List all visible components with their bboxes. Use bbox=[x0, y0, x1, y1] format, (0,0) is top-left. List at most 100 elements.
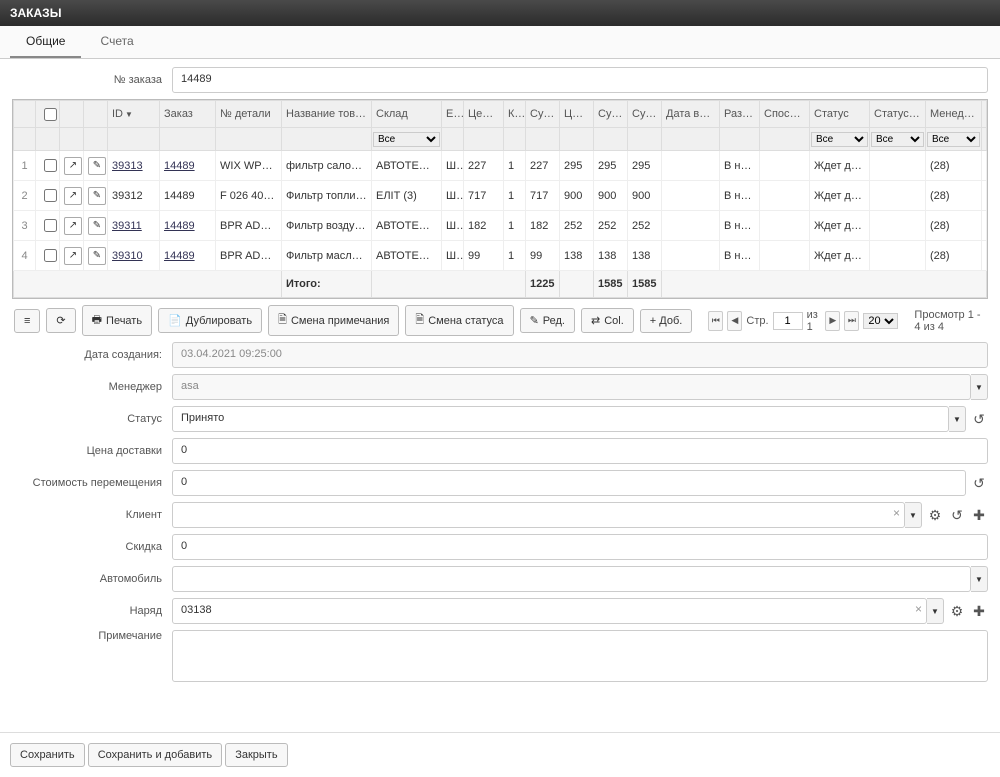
total-sum1: 1225 bbox=[526, 271, 560, 298]
col-qty[interactable]: Кол bbox=[504, 101, 526, 128]
order-link[interactable]: 14489 bbox=[164, 160, 195, 172]
client-input[interactable] bbox=[172, 502, 905, 528]
filter-manager[interactable]: Все bbox=[927, 132, 980, 147]
undo-icon[interactable]: ↺ bbox=[948, 506, 966, 524]
col-date[interactable]: Дата выполне bbox=[662, 101, 720, 128]
col-sum1[interactable]: Сумм bbox=[526, 101, 560, 128]
col-unit[interactable]: ЕИ bbox=[442, 101, 464, 128]
cell-order: 14489 bbox=[160, 181, 216, 211]
table-row[interactable]: 3↗✎3931114489BPR ADR162Фильтр воздушныйА… bbox=[14, 211, 987, 241]
next-page-icon[interactable]: ▶ bbox=[825, 311, 840, 331]
col-order[interactable]: Заказ bbox=[160, 101, 216, 128]
pager: ⏮ ◀ Стр. из 1 ▶ ⏭ 20 Просмотр 1 - 4 из 4 bbox=[708, 309, 986, 333]
row-checkbox[interactable] bbox=[44, 219, 57, 232]
chevron-down-icon[interactable]: ▼ bbox=[949, 406, 966, 432]
undo-icon[interactable]: ↺ bbox=[970, 474, 988, 492]
clear-icon[interactable]: × bbox=[893, 506, 900, 520]
page-input[interactable] bbox=[773, 312, 803, 330]
order-no-input[interactable]: 14489 bbox=[172, 67, 988, 93]
row-checkbox[interactable] bbox=[44, 189, 57, 202]
status-label: Статус bbox=[12, 413, 172, 425]
col-note[interactable]: Примеч bbox=[982, 101, 987, 128]
naryad-input[interactable]: 03138 bbox=[172, 598, 927, 624]
tab-general[interactable]: Общие bbox=[10, 26, 81, 58]
close-button[interactable]: Закрыть bbox=[225, 743, 287, 767]
print-button[interactable]: 🖶 Печать bbox=[82, 305, 152, 336]
delivery-input[interactable]: 0 bbox=[172, 438, 988, 464]
col-price[interactable]: Цена bbox=[560, 101, 594, 128]
created-label: Дата создания: bbox=[12, 349, 172, 361]
plus-icon[interactable]: ✚ bbox=[970, 506, 988, 524]
col-pricebuy[interactable]: Цена зак bbox=[464, 101, 504, 128]
id-link[interactable]: 39310 bbox=[112, 250, 143, 262]
undo-icon[interactable]: ↺ bbox=[970, 410, 988, 428]
prev-page-icon[interactable]: ◀ bbox=[727, 311, 742, 331]
chevron-down-icon[interactable]: ▼ bbox=[927, 598, 944, 624]
id-link[interactable]: 39311 bbox=[112, 220, 142, 232]
chevron-down-icon[interactable]: ▼ bbox=[905, 502, 922, 528]
row-checkbox[interactable] bbox=[44, 159, 57, 172]
select-all-checkbox[interactable] bbox=[44, 108, 57, 121]
cell-sum3: 900 bbox=[628, 181, 662, 211]
order-link[interactable]: 14489 bbox=[164, 250, 195, 262]
save-button[interactable]: Сохранить bbox=[10, 743, 85, 767]
discount-input[interactable]: 0 bbox=[172, 534, 988, 560]
row-checkbox[interactable] bbox=[44, 249, 57, 262]
filter-findstatus[interactable]: Все bbox=[871, 132, 924, 147]
client-label: Клиент bbox=[12, 509, 172, 521]
status-input[interactable]: Принято bbox=[172, 406, 949, 432]
col-sum3[interactable]: Сумм bbox=[628, 101, 662, 128]
table-row[interactable]: 1↗✎3931314489WIX WP2037фильтр салона уго… bbox=[14, 151, 987, 181]
col-manager[interactable]: Менеджер bbox=[926, 101, 982, 128]
table-row[interactable]: 4↗✎3931014489BPR ADN121Фильтр масляныйАВ… bbox=[14, 241, 987, 271]
cell-part: BPR ADR162 bbox=[216, 211, 282, 241]
change-status-button[interactable]: 🗎 Смена статуса bbox=[405, 305, 513, 336]
columns-button[interactable]: ⇄ Col. bbox=[581, 308, 634, 333]
page-label: Стр. bbox=[746, 315, 768, 327]
add-button[interactable]: + Доб. bbox=[640, 309, 693, 333]
edit-button[interactable]: ✎ Ред. bbox=[520, 308, 575, 333]
last-page-icon[interactable]: ⏭ bbox=[844, 311, 859, 331]
col-id[interactable]: ID▼ bbox=[108, 101, 160, 128]
list-icon-button[interactable]: ≡ bbox=[14, 309, 40, 333]
refresh-icon-button[interactable]: ⟳ bbox=[46, 308, 75, 333]
pencil-icon[interactable]: ✎ bbox=[88, 247, 106, 265]
chevron-down-icon[interactable]: ▼ bbox=[971, 374, 988, 400]
first-page-icon[interactable]: ⏮ bbox=[708, 311, 723, 331]
open-icon[interactable]: ↗ bbox=[64, 187, 82, 205]
note-textarea[interactable] bbox=[172, 630, 988, 682]
change-note-button[interactable]: 🗎 Смена примечания bbox=[268, 305, 399, 336]
col-loc[interactable]: Размещ bbox=[720, 101, 760, 128]
pencil-icon[interactable]: ✎ bbox=[88, 217, 106, 235]
col-findstatus[interactable]: Статус нахож bbox=[870, 101, 926, 128]
manager-input[interactable]: asa bbox=[172, 374, 971, 400]
gear-icon[interactable]: ⚙ bbox=[948, 602, 966, 620]
col-stock[interactable]: Склад bbox=[372, 101, 442, 128]
col-name[interactable]: Название товара bbox=[282, 101, 372, 128]
filter-stock[interactable]: Все bbox=[373, 132, 440, 147]
car-input[interactable] bbox=[172, 566, 971, 592]
table-row[interactable]: 2↗✎3931214489F 026 402 06Фильтр топливны… bbox=[14, 181, 987, 211]
naryad-label: Наряд bbox=[12, 605, 172, 617]
clear-icon[interactable]: × bbox=[915, 602, 922, 616]
pencil-icon[interactable]: ✎ bbox=[88, 187, 106, 205]
open-icon[interactable]: ↗ bbox=[64, 217, 82, 235]
pencil-icon[interactable]: ✎ bbox=[88, 157, 106, 175]
per-page-select[interactable]: 20 bbox=[863, 313, 898, 329]
filter-status[interactable]: Все bbox=[811, 132, 868, 147]
id-link[interactable]: 39313 bbox=[112, 160, 143, 172]
col-sum2[interactable]: Сумм bbox=[594, 101, 628, 128]
chevron-down-icon[interactable]: ▼ bbox=[971, 566, 988, 592]
save-add-button[interactable]: Сохранить и добавить bbox=[88, 743, 222, 767]
col-status[interactable]: Статус bbox=[810, 101, 870, 128]
duplicate-button[interactable]: 📄 Дублировать bbox=[158, 308, 262, 333]
gear-icon[interactable]: ⚙ bbox=[926, 506, 944, 524]
move-input[interactable]: 0 bbox=[172, 470, 966, 496]
col-part[interactable]: № детали bbox=[216, 101, 282, 128]
tab-accounts[interactable]: Счета bbox=[85, 26, 150, 56]
col-ship[interactable]: Способ пог bbox=[760, 101, 810, 128]
open-icon[interactable]: ↗ bbox=[64, 247, 82, 265]
open-icon[interactable]: ↗ bbox=[64, 157, 82, 175]
plus-icon[interactable]: ✚ bbox=[970, 602, 988, 620]
order-link[interactable]: 14489 bbox=[164, 220, 195, 232]
